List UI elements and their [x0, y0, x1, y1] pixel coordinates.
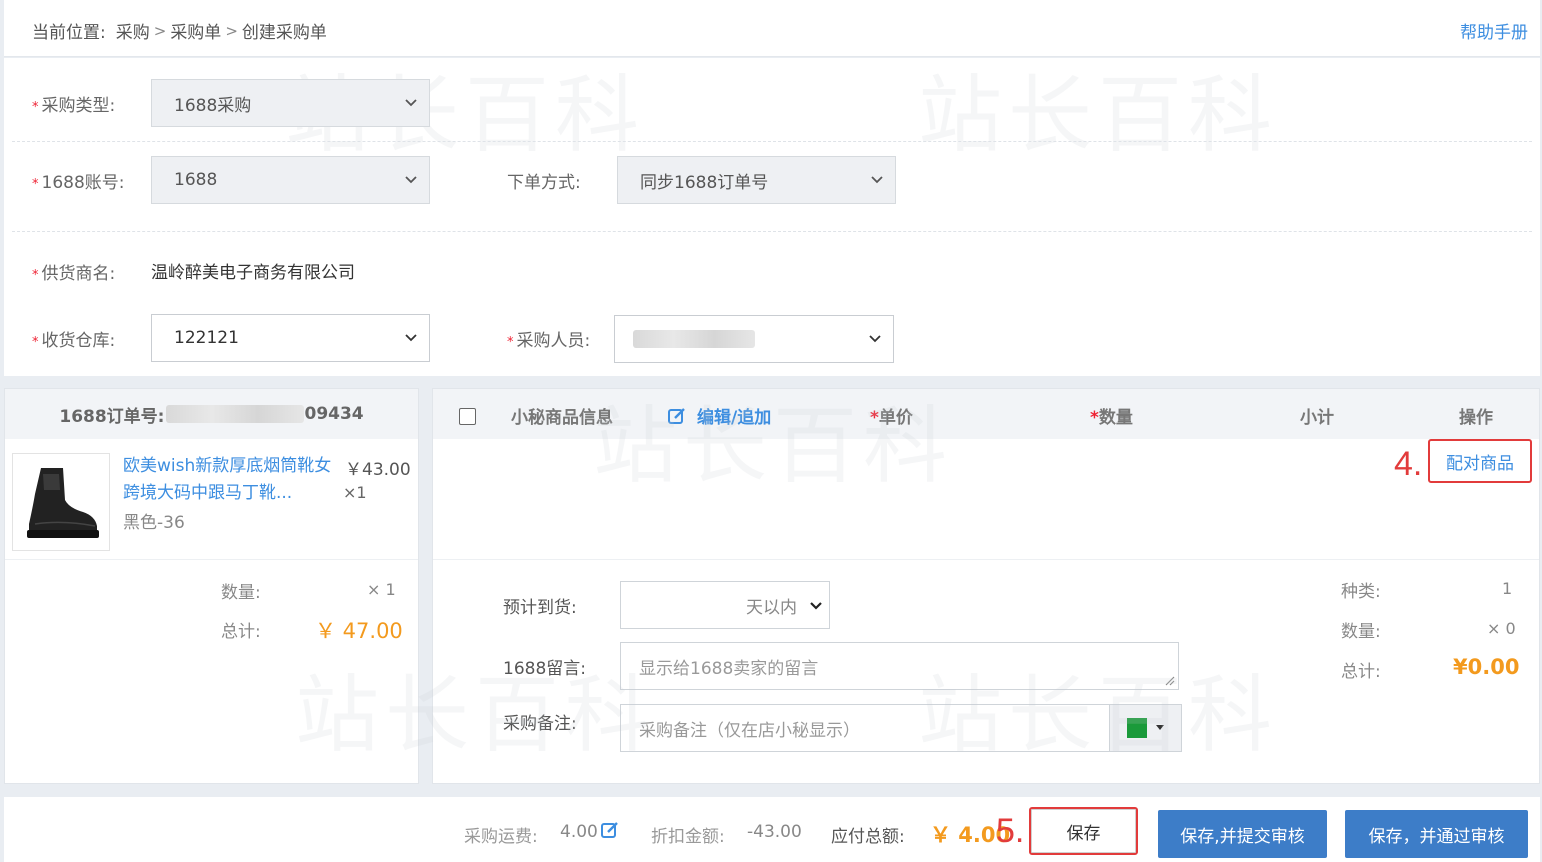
message-placeholder: 显示给1688卖家的留言 — [639, 658, 819, 679]
chevron-down-icon — [869, 335, 881, 343]
account-select[interactable]: 1688 — [151, 156, 430, 204]
order-total-value: ￥ 47.00 — [315, 619, 403, 643]
purchase-type-value: 1688采购 — [174, 95, 252, 116]
freight-value: 4.00 — [560, 822, 598, 842]
chevron-down-icon — [405, 176, 417, 184]
breadcrumb-item-create: 创建采购单 — [241, 23, 327, 43]
caret-down-icon — [1155, 725, 1164, 730]
redacted-buyer-name — [633, 330, 755, 348]
buyer-select[interactable] — [614, 315, 894, 363]
purchase-type-select[interactable]: 1688采购 — [151, 79, 430, 127]
order-panel: 1688订单号: 09434 欧美wish新款厚底烟筒靴女跨境大码中跟马丁靴..… — [4, 388, 419, 784]
help-manual-link[interactable]: 帮助手册 — [1460, 18, 1528, 43]
save-button[interactable]: 保存 — [1029, 807, 1138, 855]
goods-panel: 小秘商品信息 编辑/追加 *单价 *数量 小计 操作 站长百科 4. 配对商品 … — [432, 388, 1540, 784]
order-number-header: 1688订单号: 09434 — [5, 389, 418, 439]
boot-image — [27, 468, 99, 538]
col-unit-price: *单价 — [870, 408, 913, 428]
breadcrumb-prefix: 当前位置: — [32, 23, 106, 43]
order-number-label: 1688订单号: — [59, 406, 165, 427]
redacted-order-number — [166, 405, 305, 423]
col-product-info: 小秘商品信息 — [511, 408, 613, 428]
product-qty: ×1 — [343, 483, 367, 502]
chevron-down-icon — [871, 176, 883, 184]
pair-product-button[interactable]: 配对商品 — [1428, 439, 1532, 483]
resize-handle-icon[interactable] — [1163, 674, 1175, 686]
summary-total-value: ¥0.00 — [1453, 655, 1520, 679]
breadcrumb: 当前位置: 采购 > 采购单 > 创建采购单 — [32, 18, 327, 44]
supplier-name: 温岭醉美电子商务有限公司 — [151, 263, 355, 283]
summary-kinds-value: 1 — [1502, 579, 1513, 598]
save-and-submit-button[interactable]: 保存,并提交审核 — [1158, 810, 1327, 858]
buyer-label: * 采购人员: — [507, 331, 591, 351]
message-label: 1688留言: — [503, 659, 586, 679]
edit-freight-icon[interactable] — [600, 820, 620, 840]
summary-total-label: 总计: — [1341, 662, 1381, 682]
eta-label: 预计到货: — [503, 598, 577, 618]
breadcrumb-separator: > — [153, 21, 167, 40]
order-number-suffix: 09434 — [304, 404, 364, 424]
account-value: 1688 — [174, 170, 218, 190]
chevron-down-icon — [810, 602, 822, 610]
order-method-value: 同步1688订单号 — [640, 172, 769, 193]
chevron-down-icon — [405, 334, 417, 342]
discount-value: -43.00 — [747, 822, 802, 842]
divider — [12, 231, 1532, 232]
edit-icon — [668, 407, 685, 424]
account-label: * 1688账号: — [32, 173, 125, 193]
breadcrumb-separator: > — [225, 21, 238, 40]
col-action: 操作 — [1459, 408, 1493, 428]
supplier-label: * 供货商名: — [32, 264, 116, 284]
step-5-marker: 5. — [996, 812, 1025, 850]
note-label: 采购备注: — [503, 714, 577, 734]
divider — [5, 559, 418, 560]
color-swatch — [1126, 718, 1147, 738]
note-input[interactable]: 采购备注（仅在店小秘显示） — [620, 704, 1110, 752]
divider — [12, 141, 1532, 142]
note-color-picker[interactable] — [1109, 704, 1182, 752]
freight-label: 采购运费: — [464, 827, 538, 847]
product-title-link[interactable]: 欧美wish新款厚底烟筒靴女跨境大码中跟马丁靴... — [123, 453, 333, 507]
summary-qty-value: × 0 — [1487, 619, 1516, 638]
goods-table-header: 小秘商品信息 编辑/追加 *单价 *数量 小计 操作 — [433, 389, 1539, 439]
breadcrumb-item-purchase[interactable]: 采购 — [116, 18, 150, 43]
summary-kinds-label: 种类: — [1341, 582, 1381, 602]
discount-label: 折扣金额: — [651, 827, 725, 847]
eta-select[interactable]: 天以内 — [620, 581, 830, 629]
chevron-down-icon — [405, 99, 417, 107]
edit-append-link[interactable]: 编辑/追加 — [667, 403, 771, 428]
summary-qty-label: 数量: — [1341, 622, 1381, 642]
select-all-checkbox[interactable] — [459, 408, 476, 425]
product-thumbnail[interactable] — [12, 453, 110, 551]
order-method-label: 下单方式: — [507, 173, 581, 193]
col-quantity: *数量 — [1090, 408, 1133, 428]
order-qty-label: 数量: — [221, 583, 261, 603]
breadcrumb-item-purchase-order[interactable]: 采购单 — [170, 18, 221, 43]
note-placeholder: 采购备注（仅在店小秘显示） — [639, 720, 860, 741]
purchase-type-label: * 采购类型: — [32, 96, 116, 116]
order-method-select[interactable]: 同步1688订单号 — [617, 156, 896, 204]
col-subtotal: 小计 — [1300, 408, 1334, 428]
eta-value: 天以内 — [746, 597, 797, 618]
step-4-marker: 4. — [1394, 445, 1423, 483]
warehouse-value: 122121 — [174, 328, 239, 348]
order-qty-value: × 1 — [367, 580, 396, 599]
product-variant: 黑色-36 — [123, 513, 185, 533]
save-and-approve-button[interactable]: 保存，并通过审核 — [1345, 810, 1528, 858]
product-price: ￥43.00 — [345, 460, 411, 480]
order-total-label: 总计: — [221, 622, 261, 642]
warehouse-label: * 收货仓库: — [32, 331, 116, 351]
warehouse-select[interactable]: 122121 — [151, 314, 430, 362]
payable-label: 应付总额: — [831, 827, 905, 847]
divider — [433, 559, 1539, 560]
message-textarea[interactable]: 显示给1688卖家的留言 — [620, 642, 1179, 690]
